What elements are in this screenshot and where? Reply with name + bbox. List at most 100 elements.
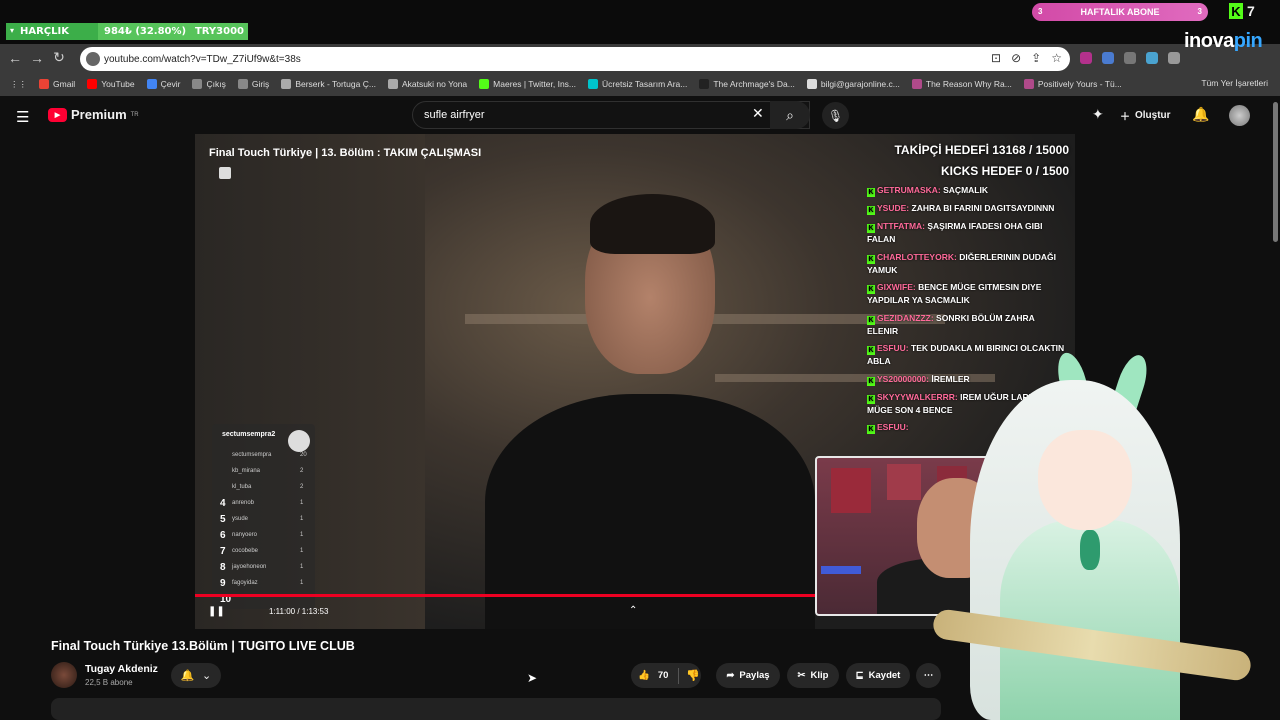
leaderboard-score: 20 (300, 452, 307, 458)
apps-icon[interactable]: ⋮⋮ (0, 79, 33, 90)
leaderboard-name: kb_mirana (232, 468, 261, 474)
bookmark-item[interactable]: The Reason Why Ra... (906, 79, 1018, 89)
kick-count: 7 (1247, 3, 1255, 19)
chevron-up-icon[interactable]: ⌃ (629, 605, 637, 616)
chat-username: GEZIDANZZZ: (877, 312, 934, 323)
pause-icon[interactable]: ❚❚ (208, 606, 225, 617)
more-actions-button[interactable]: ⋯ (916, 663, 941, 688)
search-button[interactable]: ⌕ (770, 101, 810, 129)
subscription-bell-button[interactable]: 🔔 ⌄ (171, 663, 221, 688)
leaderboard-score: 1 (300, 564, 304, 570)
bookmark-favicon-icon (699, 79, 710, 89)
share-icon[interactable]: ⇪ (1031, 51, 1041, 65)
bookmark-item[interactable]: Gmail (33, 79, 81, 89)
harclik-progress: 984₺ (32.80%) TRY3000 (98, 23, 248, 40)
notifications-icon[interactable]: 🔔 (1192, 106, 1209, 123)
sponsor-logo-accent: pin (1233, 30, 1263, 52)
harclik-label-box: ▾ HARÇLIK (6, 23, 98, 40)
bookmark-item[interactable]: YouTube (81, 79, 140, 89)
haftalik-abone-badge: 3 HAFTALIK ABONE 3 (1032, 3, 1208, 21)
share-arrow-icon: ➦ (726, 670, 735, 681)
leaderboard-score: 1 (300, 500, 304, 506)
scrollbar-thumb[interactable] (1273, 102, 1278, 242)
chat-username: ESFUU: (877, 343, 909, 353)
extension-icon[interactable] (1102, 52, 1114, 64)
leaderboard-name: kl_tuba (232, 484, 252, 490)
leaderboard-row: 9 fagoyidaz 1 (220, 576, 310, 590)
bookmark-favicon-icon (479, 79, 490, 89)
bookmark-item[interactable]: Maeres | Twitter, Ins... (473, 79, 582, 89)
site-info-icon[interactable] (86, 52, 100, 66)
clear-search-icon[interactable]: ✕ (752, 105, 764, 122)
bookmark-item[interactable]: Berserk - Tortuga Ç... (275, 79, 382, 89)
browser-nav-row: ← → ↻ youtube.com/watch?v=TDw_Z7iUf9w&t=… (0, 44, 1280, 71)
leaderboard-row: 8 jayoehoneon 1 (220, 560, 310, 574)
bookmark-favicon-icon (387, 79, 398, 89)
voice-search-button[interactable]: 🎙 (822, 102, 849, 129)
avatar[interactable] (1229, 105, 1250, 126)
bookmark-item[interactable]: Positively Yours - Tü... (1018, 79, 1128, 89)
bookmark-label: The Archmage's Da... (713, 79, 795, 89)
leaderboard-name: anrenob (232, 500, 255, 506)
bookmark-item[interactable]: bilgi@garajonline.c... (801, 79, 906, 89)
search-input[interactable]: sufle airfryer (412, 101, 810, 129)
bookmark-item[interactable]: Giriş (232, 79, 275, 89)
channel-avatar[interactable] (51, 662, 77, 688)
bookmark-favicon-icon (588, 79, 599, 89)
person-hair (590, 194, 715, 254)
share-button[interactable]: ➦ Paylaş (716, 663, 780, 688)
all-bookmarks[interactable]: Tüm Yer İşaretleri (1201, 78, 1268, 88)
install-icon[interactable]: ⊡ (991, 51, 1001, 65)
dislike-button[interactable]: 👎 (679, 669, 700, 682)
eye-off-icon[interactable]: ⊘ (1011, 51, 1021, 65)
kicks-goal: KICKS HEDEF 0 / 1500 (940, 164, 1069, 178)
youtube-logo[interactable]: ▶ Premium TR (48, 107, 139, 122)
bookmark-item[interactable]: Ücretsiz Tasarım Ara... (582, 79, 693, 89)
haftalik-left-count: 3 (1038, 7, 1043, 16)
star-icon[interactable]: ☆ (1051, 51, 1062, 65)
reload-icon[interactable]: ↻ (48, 49, 70, 66)
leaderboard-name: nanyoero (232, 532, 258, 538)
scrollbar[interactable] (1272, 96, 1280, 720)
haftalik-right-count: 3 (1197, 7, 1202, 16)
extension-icon[interactable] (1124, 52, 1136, 64)
clip-button[interactable]: ✂ Klip (787, 663, 839, 688)
back-icon[interactable]: ← (4, 50, 26, 66)
bookmark-label: Çıkış (206, 79, 226, 89)
chat-message: K GETRUMASKA: SAÇMALIK (867, 184, 1067, 197)
puzzle-icon[interactable] (1168, 52, 1180, 64)
more-icon: ⋯ (923, 670, 934, 681)
kick-badge-icon: K (867, 285, 875, 294)
follower-goal: TAKİPÇİ HEDEFİ 13168 / 15000 (894, 143, 1069, 157)
clip-label: Klip (810, 670, 829, 681)
bell-icon: 🔔 (180, 670, 195, 682)
leaderboard-score: 2 (300, 468, 304, 474)
create-button[interactable]: ＋ Oluştur (1120, 104, 1171, 126)
chat-message: K NTTFATMA: ŞAŞIRMA IFADESI OHA GIBI FALA… (867, 220, 1067, 246)
like-dislike-group: 👍 70 👎 (631, 663, 701, 688)
bookmark-item[interactable]: Çıkış (186, 79, 231, 89)
video-title: Final Touch Türkiye 13.Bölüm | TUGITO LI… (51, 639, 355, 653)
description-box[interactable] (51, 698, 941, 720)
screen: ▾ HARÇLIK 984₺ (32.80%) TRY3000 3 HAFTAL… (0, 0, 1280, 720)
harclik-label: HARÇLIK (20, 26, 69, 37)
address-bar[interactable]: youtube.com/watch?v=TDw_Z7iUf9w&t=38s ⊡ … (80, 47, 1070, 71)
like-button[interactable]: 👍 70 (631, 667, 679, 684)
bookmark-item[interactable]: Çevir (141, 79, 187, 89)
bookmark-label: Çevir (160, 79, 181, 89)
save-button[interactable]: ⊑ Kaydet (846, 663, 910, 688)
bookmark-item[interactable]: Akatsuki no Yona (382, 79, 473, 89)
extension-icon[interactable] (1080, 52, 1092, 64)
extension-icon[interactable] (1146, 52, 1158, 64)
chat-message: K CHARLOTTEYORK: DIĞERLERININ DUDAĞI YAMU… (867, 251, 1067, 277)
channel-name[interactable]: Tugay Akdeniz (85, 663, 158, 675)
chat-message: K YSUDE: ZAHRA BI FARINI DAGITSAYDINNN (867, 202, 1067, 215)
sparkle-icon[interactable]: ✦ (1092, 106, 1104, 123)
forward-icon[interactable]: → (26, 50, 48, 66)
overlay-square-icon (219, 167, 231, 179)
bookmark-item[interactable]: The Archmage's Da... (693, 79, 800, 89)
menu-icon[interactable]: ☰ (16, 108, 29, 126)
leaderboard-rank: 4 (220, 497, 226, 509)
bookmark-label: Gmail (53, 79, 76, 89)
chat-message: K GEZIDANZZZ: SONRKI BÖLÜM ZAHRA ELENIR (867, 312, 1067, 338)
